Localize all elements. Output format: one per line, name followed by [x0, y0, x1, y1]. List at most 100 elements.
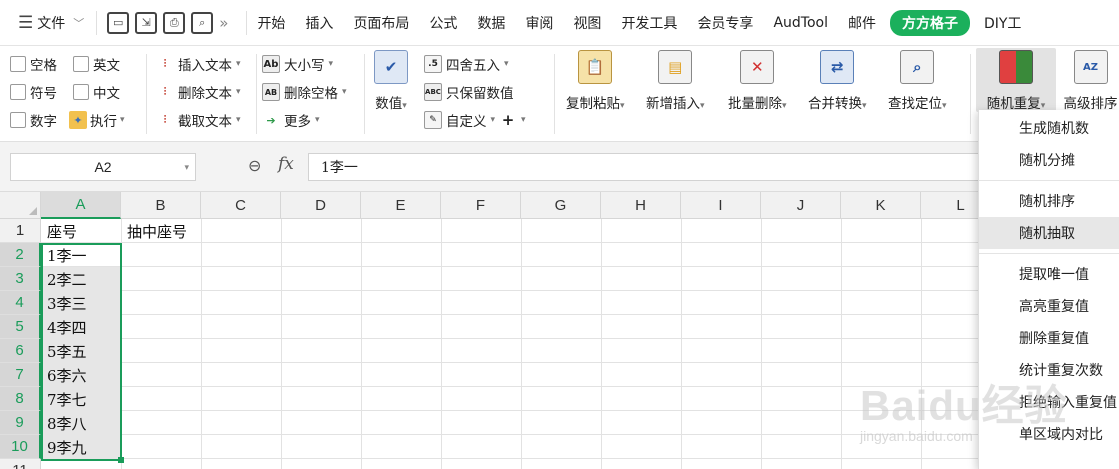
name-box[interactable]: A2 ▾ — [10, 153, 196, 181]
checkbox-space[interactable] — [10, 56, 26, 72]
print-preview-icon[interactable]: ⌕ — [191, 11, 214, 34]
row-header-8[interactable]: 8 — [0, 387, 41, 411]
delete-text-button[interactable]: ⫶ 删除文本 ▾ — [156, 78, 241, 106]
formula-input[interactable]: 1李一 — [308, 153, 988, 181]
number-button[interactable]: ✔ 数值▾ — [374, 50, 408, 112]
filter-checkbox-group: 空格 英文 符号 中文 数字 ✦ 执行 ▾ — [10, 50, 125, 134]
menu-item-random-allocate[interactable]: 随机分摊 — [979, 144, 1119, 176]
menu-item-highlight-duplicates[interactable]: 高亮重复值 — [979, 290, 1119, 322]
gridline — [41, 338, 980, 339]
plus-icon[interactable]: + — [499, 111, 517, 129]
tab-insert[interactable]: 插入 — [295, 13, 343, 33]
zoom-icon[interactable]: ⊖ — [248, 156, 261, 175]
row-header-11[interactable]: 11 — [0, 459, 41, 469]
column-header-f[interactable]: F — [441, 192, 521, 219]
tab-mail[interactable]: 邮件 — [838, 13, 886, 33]
column-header-k[interactable]: K — [841, 192, 921, 219]
row-header-9[interactable]: 9 — [0, 411, 41, 435]
insert-row-icon: ▤ — [658, 50, 693, 84]
selection-range[interactable] — [41, 243, 124, 463]
row-header-6[interactable]: 6 — [0, 339, 41, 363]
remove-space-button[interactable]: AB 删除空格 ▾ — [262, 78, 347, 106]
menu-item-random-extract[interactable]: 随机抽取 — [979, 217, 1119, 249]
fx-icon[interactable]: fx — [278, 154, 294, 174]
cell-a1[interactable]: 座号 — [42, 219, 121, 243]
tab-data[interactable]: 数据 — [467, 13, 515, 33]
round-icon: .5 — [424, 55, 442, 73]
tab-member[interactable]: 会员专享 — [687, 13, 763, 33]
column-header-g[interactable]: G — [521, 192, 601, 219]
column-header-a[interactable]: A — [41, 192, 121, 219]
copy-paste-button[interactable]: 📋 复制粘贴▾ — [566, 50, 625, 112]
tab-audtool[interactable]: AudTool — [763, 15, 838, 31]
save-icon[interactable]: ▭ — [107, 11, 130, 34]
select-all-corner[interactable] — [0, 192, 41, 219]
tab-formulas[interactable]: 公式 — [419, 13, 467, 33]
menu-item-generate-random-number[interactable]: 生成随机数 — [979, 112, 1119, 144]
menu-item-delete-duplicates[interactable]: 删除重复值 — [979, 322, 1119, 354]
export-pdf-icon[interactable]: ⇲ — [135, 11, 158, 34]
row-header-4[interactable]: 4 — [0, 291, 41, 315]
column-header-i[interactable]: I — [681, 192, 761, 219]
dropdown-caret-icon: ▾ — [328, 59, 334, 69]
column-header-e[interactable]: E — [361, 192, 441, 219]
gridline — [41, 386, 980, 387]
column-header-d[interactable]: D — [281, 192, 361, 219]
row-header-3[interactable]: 3 — [0, 267, 41, 291]
gridline — [41, 362, 980, 363]
row-header-1[interactable]: 1 — [0, 219, 41, 243]
row-header-7[interactable]: 7 — [0, 363, 41, 387]
menu-item-random-sort[interactable]: 随机排序 — [979, 185, 1119, 217]
more-icon[interactable]: » — [219, 14, 228, 32]
row-header-10[interactable]: 10 — [0, 435, 41, 459]
dropdown-caret-icon: ▾ — [342, 87, 347, 97]
insert-text-button[interactable]: ⫶ 插入文本 ▾ — [156, 50, 241, 78]
column-header-l[interactable]: L — [921, 192, 980, 219]
tab-fangfang-gezi[interactable]: 方方格子 — [889, 9, 970, 36]
gridline — [41, 314, 980, 315]
execute-button[interactable]: ✦ 执行 ▾ — [69, 110, 125, 130]
case-button[interactable]: Ab 大小写 ▾ — [262, 50, 347, 78]
cell-b1[interactable]: 抽中座号 — [122, 219, 201, 243]
tab-diy[interactable]: DIY工 — [974, 13, 1031, 33]
custom-button[interactable]: ✎ 自定义 ▾ + ▾ — [424, 106, 526, 134]
extract-text-button[interactable]: ⫶ 截取文本 ▾ — [156, 106, 241, 134]
formula-value: 1李一 — [321, 160, 358, 176]
tab-home[interactable]: 开始 — [247, 13, 295, 33]
dropdown-caret-icon: ▾ — [700, 101, 705, 111]
gridline — [761, 219, 762, 469]
print-icon[interactable]: ⎙ — [163, 11, 186, 34]
file-menu-label: 文件 — [37, 15, 66, 32]
text-ops-group: ⫶ 插入文本 ▾ ⫶ 删除文本 ▾ ⫶ 截取文本 ▾ — [156, 50, 241, 134]
menu-item-extract-unique[interactable]: 提取唯一值 — [979, 258, 1119, 290]
row-header-5[interactable]: 5 — [0, 315, 41, 339]
round-button[interactable]: .5 四舍五入 ▾ — [424, 50, 526, 78]
tab-page-layout[interactable]: 页面布局 — [343, 13, 419, 33]
merge-convert-button[interactable]: ⇄ 合并转换▾ — [808, 50, 867, 112]
column-header-j[interactable]: J — [761, 192, 841, 219]
find-locate-button[interactable]: ⌕ 查找定位▾ — [888, 50, 947, 112]
row-header-2[interactable]: 2 — [0, 243, 41, 267]
random-repeat-button[interactable]: 随机重复▾ — [976, 48, 1056, 112]
insert-new-button[interactable]: ▤ 新增插入▾ — [646, 50, 705, 112]
batch-delete-button[interactable]: ✕ 批量删除▾ — [728, 50, 787, 112]
more-button[interactable]: ➔ 更多 ▾ — [262, 106, 347, 134]
tab-view[interactable]: 视图 — [563, 13, 611, 33]
execute-label: 执行 — [90, 114, 117, 130]
file-menu[interactable]: ☰ 文件 ﹀ — [0, 13, 92, 33]
tab-review[interactable]: 审阅 — [515, 13, 563, 33]
checkbox-number[interactable] — [10, 112, 26, 128]
column-header-c[interactable]: C — [201, 192, 281, 219]
delete-x-icon: ✕ — [740, 50, 775, 84]
column-header-h[interactable]: H — [601, 192, 681, 219]
tab-developer[interactable]: 开发工具 — [611, 13, 687, 33]
quick-access-toolbar: ▭ ⇲ ⎙ ⌕ » — [96, 10, 238, 35]
checkbox-chinese[interactable] — [73, 84, 89, 100]
checkbox-symbol[interactable] — [10, 84, 26, 100]
dropdown-caret-icon: ▾ — [236, 59, 241, 69]
checkbox-english[interactable] — [73, 56, 89, 72]
column-header-b[interactable]: B — [121, 192, 201, 219]
advanced-sort-button[interactable]: AZ 高级排序 — [1062, 50, 1119, 112]
keep-values-button[interactable]: ABC 只保留数值 — [424, 78, 526, 106]
case-ops-group: Ab 大小写 ▾ AB 删除空格 ▾ ➔ 更多 ▾ — [262, 50, 347, 134]
